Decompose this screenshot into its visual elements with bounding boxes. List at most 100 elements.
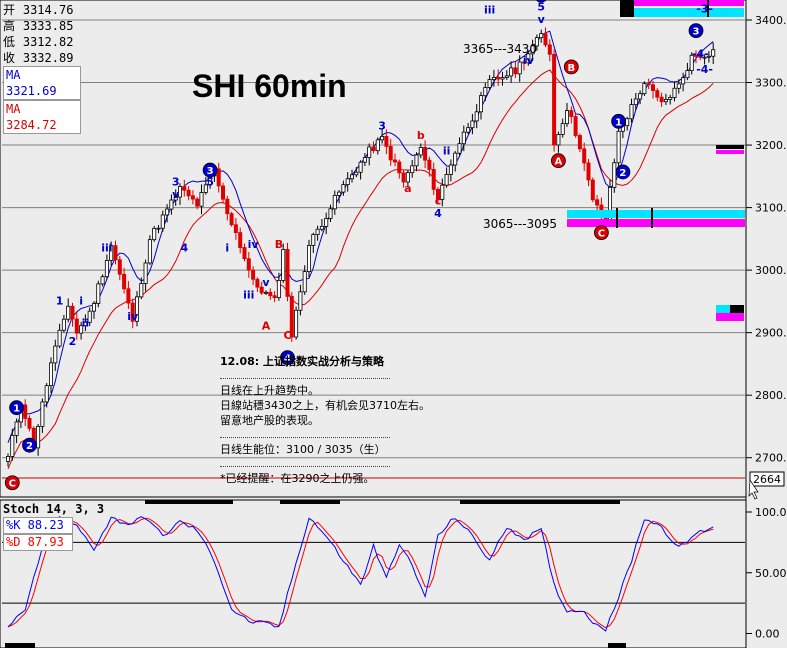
candle-up (100, 276, 105, 285)
candle-up (354, 171, 359, 176)
note-divider (220, 457, 390, 467)
candle-up (44, 385, 49, 403)
price-tick-label: 2900. (755, 327, 787, 340)
candle-up (663, 99, 668, 103)
candle-down (126, 288, 131, 304)
candle-up (345, 178, 350, 185)
candle-up (6, 455, 11, 462)
note-line: 日线生能位：3100 / 3035（生） (220, 443, 386, 456)
candle-down (220, 185, 225, 200)
stoch-tick-label: 100.0 (755, 506, 787, 519)
candle-up (319, 225, 324, 230)
price-tick-label: 3300. (755, 77, 787, 90)
candle-up (156, 227, 161, 230)
candle-up (539, 33, 544, 39)
candle-up (681, 77, 686, 85)
candle-down (659, 96, 664, 103)
price-marker-label: 2664 (753, 473, 781, 486)
wave-label: A (555, 157, 563, 168)
level-marker-3190-black (716, 145, 744, 149)
candle-up (509, 67, 514, 77)
wave-label: 3 (378, 119, 386, 132)
support-zone-magenta (567, 219, 745, 227)
candle-down (388, 146, 393, 161)
candle-up (478, 95, 483, 113)
candle-down (543, 33, 548, 46)
wave-label: v (538, 13, 546, 26)
candle-down (552, 53, 557, 146)
candle-up (638, 93, 643, 100)
candle-down (122, 273, 127, 290)
candle-up (504, 75, 509, 78)
candle-up (341, 184, 346, 193)
candle-up (500, 77, 505, 80)
candle-down (646, 83, 651, 86)
candle-up (487, 79, 492, 88)
candle-down (427, 159, 432, 170)
candle-up (629, 104, 634, 120)
candle-down (190, 195, 195, 200)
wave-label: 4 (434, 207, 442, 220)
candle-down (268, 291, 273, 297)
candle-down (397, 161, 402, 174)
candle-up (711, 49, 716, 57)
wave-label: 1 (13, 404, 20, 415)
note-divider (220, 369, 390, 379)
wave-label: c (435, 194, 442, 207)
note-line: 日线在上升趋势中。 (220, 384, 319, 397)
candle-up (470, 120, 475, 129)
candle-down (113, 245, 118, 261)
candle-up (375, 139, 380, 152)
price-tick-label: 2700. (755, 452, 787, 465)
candle-up (625, 118, 630, 127)
wave-label: C (9, 479, 16, 490)
candle-down (229, 213, 234, 226)
candle-down (225, 198, 230, 215)
candle-up (92, 303, 97, 312)
price-tick-label: 3100. (755, 202, 787, 215)
wave-label: iii (101, 241, 112, 254)
candle-up (306, 245, 311, 272)
candle-up (616, 130, 621, 164)
level-marker-2930-black (730, 305, 744, 313)
info-row-close: 收 3332.89 (3, 51, 74, 65)
wave-label: v (172, 188, 180, 201)
axis-strip (746, 0, 787, 648)
price-tick-label: 3400. (755, 14, 787, 27)
candle-down (255, 278, 260, 288)
candle-up (565, 110, 570, 125)
info-row-high: 高 3333.85 (3, 19, 74, 33)
info-row-low: 低 3312.82 (3, 35, 74, 49)
candle-up (169, 199, 174, 210)
candle-up (418, 146, 423, 156)
candle-up (474, 111, 479, 122)
candle-up (560, 123, 565, 135)
note-heading: 12.08: 上证指数实战分析与策略 (220, 355, 385, 368)
stoch-header: Stoch 14, 3, 3 (3, 502, 105, 516)
candle-down (384, 136, 389, 147)
wave-label: 5 (537, 1, 545, 14)
candle-down (23, 404, 28, 419)
stoch-tick-label: 50.00 (755, 567, 787, 580)
wave-label: b (417, 129, 425, 142)
wave-label: iii (243, 288, 254, 301)
candle-up (96, 283, 101, 304)
stoch-period-marker (608, 643, 626, 648)
stoch-panel (0, 499, 747, 648)
candle-up (61, 318, 66, 331)
wave-label: 1 (615, 117, 622, 128)
price-tick-label: 3200. (755, 139, 787, 152)
annotation-3065-3095: 3065---3095 (483, 217, 557, 231)
info-row-open: 开 3314.76 (3, 3, 74, 17)
candle-up (332, 195, 337, 210)
wave-label: ii (82, 316, 90, 329)
wave-label: v (262, 276, 270, 289)
wave-label: iii (484, 4, 495, 17)
candle-up (53, 345, 58, 364)
price-tick-label: 2800. (755, 389, 787, 402)
stoch-period-marker (280, 500, 340, 504)
wave-label: i (225, 241, 229, 254)
note-line: 日線站穩3430之上，有机会见3710左右。 (220, 399, 430, 412)
candle-up (298, 291, 303, 311)
candle-down (242, 247, 247, 260)
